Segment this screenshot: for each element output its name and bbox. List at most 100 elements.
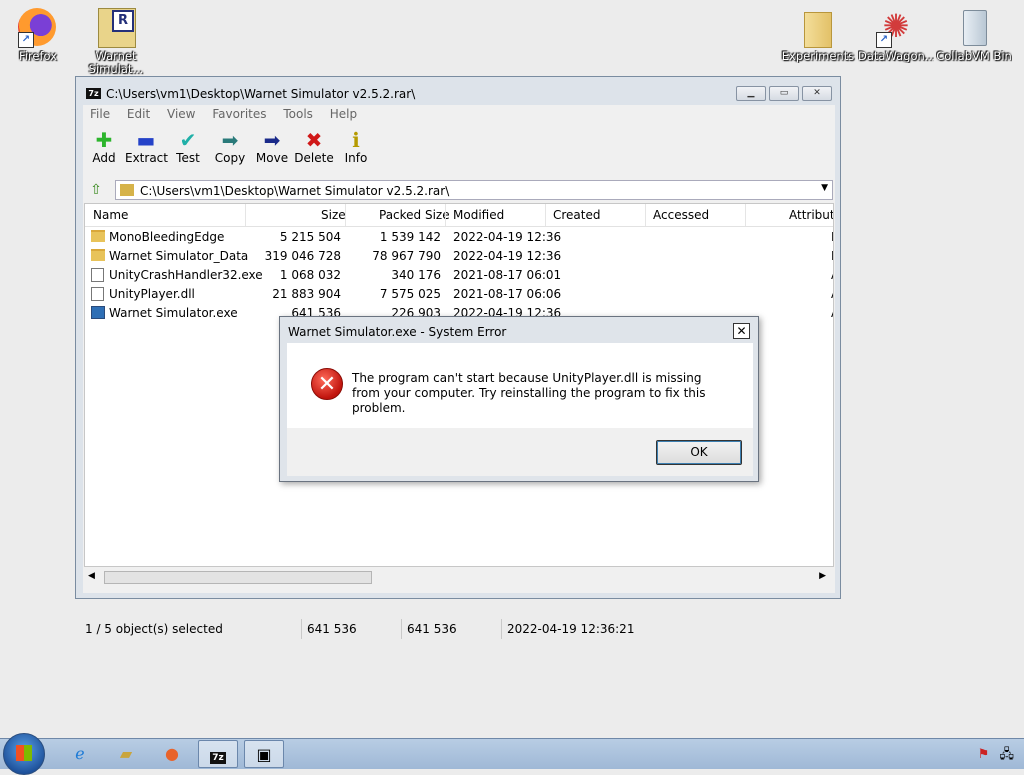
column-attributes[interactable]: Attributes (789, 208, 833, 222)
folder-icon (91, 230, 105, 242)
file-packed: 7 575 025 (379, 287, 441, 301)
move-arrow-icon: ➡ (263, 128, 281, 152)
exe-file-icon (91, 306, 105, 319)
file-packed: 1 539 142 (379, 230, 441, 244)
start-button[interactable] (3, 733, 45, 775)
horizontal-scrollbar[interactable]: ◀ ▶ (84, 569, 834, 586)
move-label: Move (255, 151, 289, 165)
column-name[interactable]: Name (93, 208, 128, 222)
maximize-button[interactable]: ▭ (769, 86, 799, 101)
file-attr: D (831, 230, 833, 244)
7zip-icon[interactable]: 7z (198, 740, 238, 768)
desktop-icon-firefox[interactable]: ↗ Firefox (0, 4, 76, 63)
menu-view[interactable]: View (160, 105, 201, 121)
copy-arrow-icon: ➡ (221, 128, 239, 152)
dialog-title: Warnet Simulator.exe - System Error (288, 325, 507, 339)
desktop-icon-label: DataWagon... (858, 50, 934, 63)
desktop-icon-label: CollabVM Bin (936, 50, 1012, 63)
list-item[interactable]: UnityCrashHandler32.exe 1 068 032 340 17… (85, 265, 833, 284)
network-icon[interactable]: 🖧 (1000, 747, 1015, 762)
taskbar: ℯ ▰ ● 7z ▣ ⚑ 🖧 (0, 733, 1024, 775)
up-folder-icon[interactable]: ⇧ (87, 181, 105, 199)
file-attr: A (831, 287, 833, 301)
column-size[interactable]: Size (321, 208, 346, 222)
menu-file[interactable]: File (83, 105, 116, 121)
address-bar: ⇧ C:\Users\vm1\Desktop\Warnet Simulator … (83, 179, 835, 201)
list-item[interactable]: UnityPlayer.dll 21 883 904 7 575 025 202… (85, 284, 833, 303)
add-button[interactable]: ✚ Add (83, 129, 125, 165)
info-button[interactable]: ℹ Info (335, 129, 377, 165)
error-x-icon: ✕ (311, 368, 343, 400)
chevron-down-icon[interactable]: ▼ (821, 183, 828, 193)
scroll-left-icon[interactable]: ◀ (88, 571, 95, 581)
desktop-icon-datawagon[interactable]: ✺ ↗ DataWagon... (858, 4, 934, 63)
column-packed-size[interactable]: Packed Size (379, 208, 450, 222)
file-name: Warnet Simulator_Data (109, 249, 249, 263)
exe-file-icon (91, 268, 104, 282)
action-center-flag-icon[interactable]: ⚑ (978, 747, 990, 762)
status-size: 641 536 (307, 622, 357, 636)
list-item[interactable]: MonoBleedingEdge 5 215 504 1 539 142 202… (85, 227, 833, 246)
datawagon-icon: ✺ ↗ (876, 8, 916, 48)
column-header: Name Size Packed Size Modified Created A… (85, 204, 833, 227)
status-modified: 2022-04-19 12:36:21 (507, 622, 635, 636)
scrollbar-thumb[interactable] (104, 571, 372, 584)
folder-icon (91, 249, 105, 261)
dialog-close-button[interactable]: ✕ (733, 323, 750, 339)
delete-label: Delete (294, 151, 334, 165)
desktop-icon-warnet-simulator[interactable]: R Warnet Simulat... (78, 4, 154, 76)
delete-button[interactable]: ✖ Delete (293, 129, 335, 165)
file-modified: 2022-04-19 12:36 (453, 249, 562, 263)
file-modified: 2021-08-17 06:01 (453, 268, 562, 282)
desktop-icon-label: Firefox (18, 50, 58, 63)
move-button[interactable]: ➡ Move (251, 129, 293, 165)
list-item[interactable]: Warnet Simulator_Data 319 046 728 78 967… (85, 246, 833, 265)
file-attr: A (831, 268, 833, 282)
test-label: Test (176, 151, 200, 165)
extract-button[interactable]: ▬ Extract (125, 128, 168, 165)
dialog-body: ✕ The program can't start because UnityP… (287, 343, 753, 428)
menu-edit[interactable]: Edit (120, 105, 156, 121)
close-window-button[interactable]: ✕ (802, 86, 832, 101)
file-packed: 340 176 (391, 268, 441, 282)
column-modified[interactable]: Modified (453, 208, 504, 222)
winrar-archive-icon: R (96, 8, 136, 48)
menu-favorites[interactable]: Favorites (205, 105, 272, 121)
folder-icon (798, 8, 838, 48)
status-bar: 1 / 5 object(s) selected 641 536 641 536… (83, 619, 835, 639)
file-size: 5 215 504 (279, 230, 341, 244)
extract-label: Extract (125, 151, 168, 165)
copy-button[interactable]: ➡ Copy (209, 129, 251, 165)
window-title: C:\Users\vm1\Desktop\Warnet Simulator v2… (106, 87, 416, 101)
file-size: 1 068 032 (279, 268, 341, 282)
toolbar: ✚ Add ▬ Extract ✔ Test ➡ Copy ➡ Move ✖ D… (83, 125, 835, 177)
file-attr: D (831, 249, 833, 263)
file-attr: A (831, 306, 833, 320)
scroll-right-icon[interactable]: ▶ (819, 571, 826, 581)
ie-icon[interactable]: ℯ (60, 740, 100, 768)
menu-tools[interactable]: Tools (276, 105, 319, 121)
desktop-icon-experiments[interactable]: Experiments (780, 4, 856, 63)
window-icon[interactable]: ▣ (244, 740, 284, 768)
explorer-icon[interactable]: ▰ (106, 740, 146, 768)
menu-help[interactable]: Help (323, 105, 363, 121)
test-button[interactable]: ✔ Test (167, 129, 209, 165)
file-modified: 2021-08-17 06:06 (453, 287, 562, 301)
file-name: UnityPlayer.dll (109, 287, 195, 301)
address-text: C:\Users\vm1\Desktop\Warnet Simulator v2… (140, 184, 450, 198)
column-accessed[interactable]: Accessed (653, 208, 709, 222)
column-created[interactable]: Created (553, 208, 601, 222)
plus-icon: ✚ (95, 128, 113, 152)
minus-icon: ▬ (136, 128, 156, 152)
copy-label: Copy (214, 151, 246, 165)
desktop-icon-collabvm-bin[interactable]: CollabVM Bin (936, 4, 1012, 63)
firefox-icon[interactable]: ● (152, 740, 192, 768)
file-modified: 2022-04-19 12:36 (453, 230, 562, 244)
file-size: 319 046 728 (264, 249, 341, 263)
dialog-footer: OK (287, 428, 753, 476)
check-icon: ✔ (179, 128, 197, 152)
info-icon: ℹ (352, 128, 360, 152)
minimize-button[interactable]: ▁ (736, 86, 766, 101)
ok-button[interactable]: OK (656, 440, 742, 465)
address-input[interactable]: C:\Users\vm1\Desktop\Warnet Simulator v2… (115, 180, 833, 200)
